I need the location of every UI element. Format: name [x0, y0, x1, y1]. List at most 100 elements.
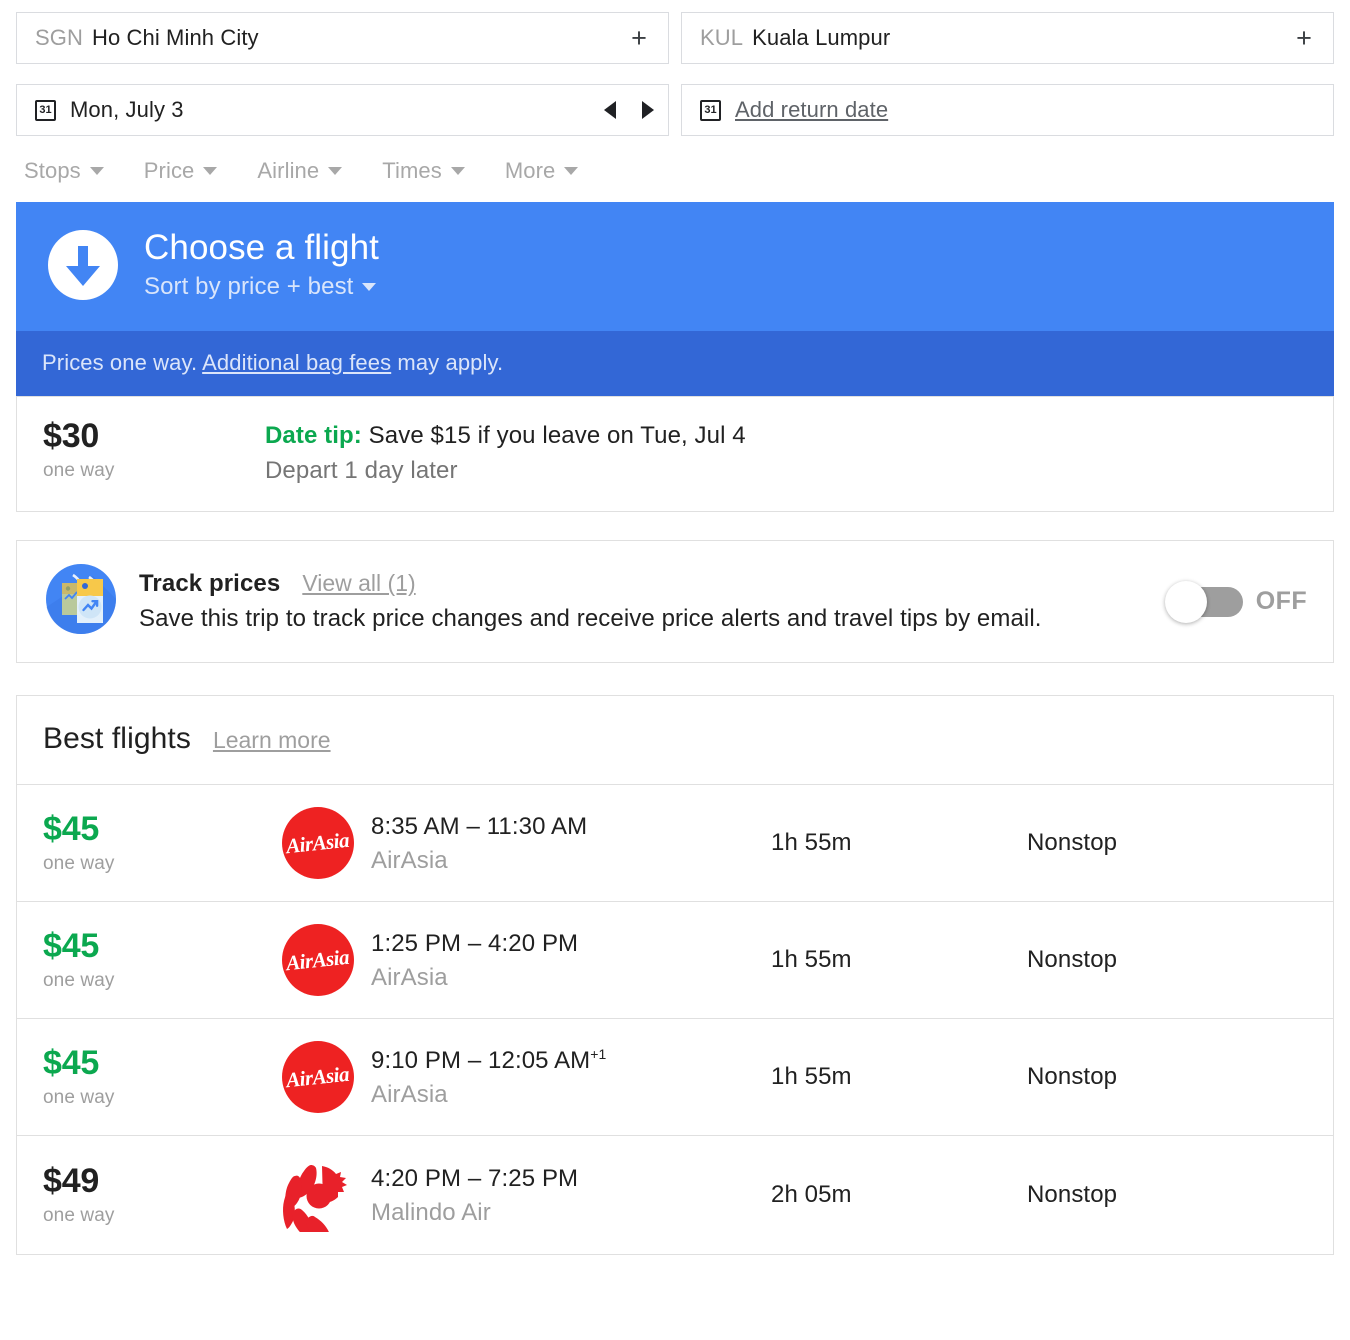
flight-duration: 1h 55m: [771, 829, 852, 857]
add-destination-icon[interactable]: +: [1291, 24, 1317, 51]
track-prices-title: Track prices: [139, 570, 281, 598]
next-day-icon[interactable]: [642, 101, 654, 119]
best-flights-header: Best flights Learn more: [17, 696, 1333, 786]
filter-airline-label: Airline: [257, 158, 320, 183]
flight-price: $45: [43, 926, 100, 965]
airasia-logo: AirAsia: [282, 924, 354, 997]
filter-more-label: More: [504, 158, 556, 183]
depart-date-value: Mon, July 3: [70, 97, 184, 122]
flight-duration: 1h 55m: [771, 946, 852, 974]
filter-stops-label: Stops: [24, 158, 81, 183]
airasia-logo-text: AirAsia: [285, 1061, 351, 1092]
banner-title: Choose a flight: [144, 228, 379, 267]
track-prices-toggle[interactable]: OFF: [1164, 580, 1333, 623]
flight-airline: AirAsia: [371, 846, 448, 874]
origin-city: Ho Chi Minh City: [91, 25, 259, 50]
date-tip-price-col: $30 one way: [17, 417, 265, 482]
additional-bag-fees-link[interactable]: Additional bag fees: [202, 350, 391, 375]
filter-times[interactable]: Times: [382, 158, 465, 184]
learn-more-link[interactable]: Learn more: [213, 727, 331, 754]
flight-duration: 1h 55m: [771, 1063, 852, 1091]
chevron-down-icon: [362, 283, 377, 292]
overnight-indicator: +1: [590, 1045, 607, 1062]
add-origin-icon[interactable]: +: [626, 24, 652, 51]
flight-row[interactable]: $45 one way AirAsia 9:10 PM – 12:05 AM+1…: [17, 1019, 1333, 1137]
filter-times-label: Times: [382, 158, 442, 183]
flight-times: 1:25 PM – 4:20 PM: [371, 929, 579, 957]
view-all-link[interactable]: View all (1): [302, 570, 415, 597]
flight-price: $49: [43, 1161, 100, 1200]
calendar-icon: 31: [35, 99, 56, 121]
toggle-knob: [1164, 580, 1207, 623]
destination-field[interactable]: KUL Kuala Lumpur +: [681, 12, 1334, 64]
date-tip-price: $30: [43, 417, 100, 456]
best-flights-title: Best flights: [43, 722, 191, 756]
track-prices-icon: [17, 563, 139, 640]
price-notice-bar: Prices one way. Additional bag fees may …: [16, 331, 1334, 397]
date-tip-detail: Depart 1 day later: [265, 457, 458, 485]
airasia-logo-text: AirAsia: [285, 944, 351, 975]
date-fields-row: 31 Mon, July 3 31 Add return date: [0, 72, 1350, 136]
flight-price-col: $45 one way: [17, 926, 265, 992]
flight-stops: Nonstop: [1027, 1181, 1118, 1209]
filter-bar: Stops Price Airline Times More: [0, 136, 1350, 202]
flight-price-col: $45 one way: [17, 1045, 265, 1109]
flight-stops: Nonstop: [1027, 946, 1118, 974]
flight-price-col: $49 one way: [17, 1161, 265, 1227]
chevron-down-icon: [450, 167, 465, 175]
toggle-track[interactable]: [1164, 580, 1243, 623]
price-notice-prefix: Prices one way.: [42, 350, 203, 376]
choose-flight-banner: Choose a flight Sort by price + best: [16, 202, 1334, 332]
best-flights-card: Best flights Learn more $45 one way AirA…: [16, 695, 1334, 1256]
flight-stops: Nonstop: [1027, 829, 1118, 857]
flight-times: 4:20 PM – 7:25 PM: [371, 1164, 579, 1192]
filter-stops[interactable]: Stops: [24, 158, 104, 184]
calendar-icon: 31: [700, 99, 721, 121]
airasia-logo: AirAsia: [282, 807, 354, 880]
chevron-down-icon: [564, 167, 579, 175]
flight-airline: AirAsia: [371, 1080, 448, 1108]
flight-price-sub: one way: [43, 1204, 115, 1226]
filter-airline[interactable]: Airline: [257, 158, 343, 184]
flight-times: 8:35 AM – 11:30 AM: [371, 812, 588, 840]
flight-stops: Nonstop: [1027, 1063, 1118, 1091]
price-notice-suffix: may apply.: [391, 350, 504, 376]
flight-row[interactable]: $45 one way AirAsia 1:25 PM – 4:20 PM Ai…: [17, 902, 1333, 1020]
chevron-down-icon: [203, 167, 218, 175]
flight-row[interactable]: $45 one way AirAsia 8:35 AM – 11:30 AM A…: [17, 785, 1333, 903]
malindo-lion-logo: [283, 1165, 347, 1233]
destination-city: Kuala Lumpur: [752, 25, 891, 50]
date-tip-label: Date tip:: [265, 422, 362, 450]
destination-code: KUL: [700, 25, 744, 50]
flight-airline: AirAsia: [371, 963, 448, 991]
download-arrow-icon: [48, 229, 118, 300]
airport-fields-row: SGN Ho Chi Minh City + KUL Kuala Lumpur …: [0, 0, 1350, 64]
sort-selector[interactable]: Sort by price + best: [144, 273, 379, 301]
date-tip-headline: Date tip: Save $15 if you leave on Tue, …: [265, 422, 746, 450]
filter-price-label: Price: [143, 158, 195, 183]
flight-airline: Malindo Air: [371, 1198, 491, 1226]
filter-more[interactable]: More: [505, 158, 579, 184]
flight-price-col: $45 one way: [17, 809, 265, 875]
date-stepper: [604, 101, 654, 119]
airasia-logo-text: AirAsia: [285, 827, 351, 858]
flight-price: $45: [43, 809, 100, 848]
chevron-down-icon: [89, 167, 104, 175]
track-prices-card: Track prices View all (1) Save this trip…: [16, 540, 1334, 664]
add-return-date-link[interactable]: Add return date: [735, 97, 888, 123]
flight-price-sub: one way: [43, 969, 115, 991]
flight-price-sub: one way: [43, 1086, 115, 1108]
toggle-state-label: OFF: [1255, 587, 1307, 616]
filter-price[interactable]: Price: [144, 158, 218, 184]
date-tip-price-sub: one way: [43, 459, 115, 481]
sort-label: Sort by price + best: [144, 273, 354, 301]
flight-row[interactable]: $49 one way 4:20 PM – 7:25 PM Malindo Ai…: [17, 1136, 1333, 1254]
origin-field[interactable]: SGN Ho Chi Minh City +: [16, 12, 669, 64]
previous-day-icon[interactable]: [604, 101, 616, 119]
flight-search-page: SGN Ho Chi Minh City + KUL Kuala Lumpur …: [0, 0, 1350, 1256]
return-date-field[interactable]: 31 Add return date: [681, 84, 1334, 136]
flight-duration: 2h 05m: [771, 1181, 852, 1209]
depart-date-field[interactable]: 31 Mon, July 3: [16, 84, 669, 136]
date-tip-card[interactable]: $30 one way Date tip: Save $15 if you le…: [16, 396, 1334, 513]
track-prices-description: Save this trip to track price changes an…: [139, 605, 1042, 633]
